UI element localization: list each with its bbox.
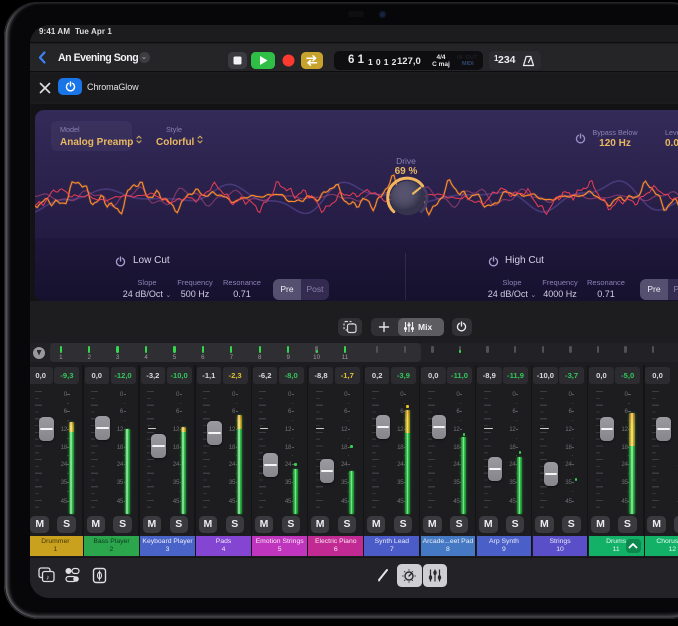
svg-text:♪: ♪ <box>46 575 50 582</box>
